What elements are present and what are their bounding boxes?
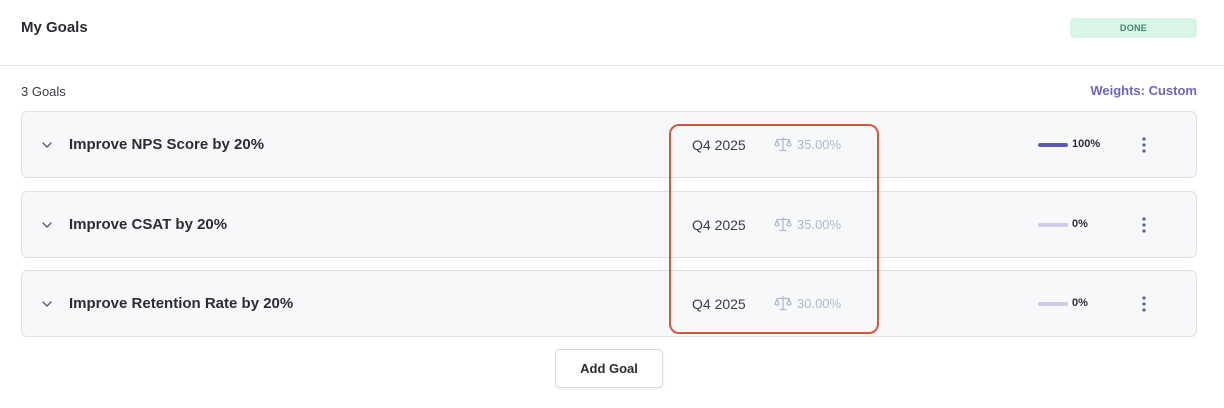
page-header: My Goals DONE (0, 0, 1224, 66)
scale-icon (774, 136, 792, 152)
goal-title[interactable]: Improve CSAT by 20% (69, 216, 227, 233)
add-goal-button[interactable]: Add Goal (555, 349, 663, 388)
scale-icon (774, 216, 792, 232)
goal-quarter: Q4 2025 (692, 296, 746, 312)
goal-quarter: Q4 2025 (692, 137, 746, 153)
more-options-button[interactable] (1132, 213, 1156, 237)
status-badge: DONE (1070, 18, 1197, 38)
goal-row[interactable]: Improve CSAT by 20% Q4 2025 35.00% 0% (21, 191, 1197, 258)
goal-weight: 35.00% (797, 217, 842, 232)
progress-fill (1038, 143, 1068, 147)
more-vertical-icon[interactable] (1142, 217, 1146, 233)
goal-row[interactable]: Improve Retention Rate by 20% Q4 2025 30… (21, 270, 1197, 337)
goal-title[interactable]: Improve Retention Rate by 20% (69, 295, 293, 312)
page-title: My Goals (21, 19, 88, 36)
progress-bar (1038, 143, 1068, 147)
goal-title[interactable]: Improve NPS Score by 20% (69, 136, 264, 153)
progress-label: 0% (1072, 218, 1088, 230)
weights-link[interactable]: Weights: Custom (1090, 83, 1197, 98)
more-options-button[interactable] (1132, 292, 1156, 316)
progress-bar (1038, 302, 1068, 306)
progress-label: 100% (1072, 138, 1101, 150)
more-options-button[interactable] (1132, 133, 1156, 157)
more-vertical-icon[interactable] (1142, 296, 1146, 312)
goal-weight: 30.00% (797, 296, 842, 311)
chevron-down-icon[interactable] (41, 219, 53, 231)
goal-row[interactable]: Improve NPS Score by 20% Q4 2025 35.00% … (21, 111, 1197, 178)
goal-count: 3 Goals (21, 84, 66, 99)
scale-icon (774, 295, 792, 311)
progress-bar (1038, 223, 1068, 227)
goal-weight: 35.00% (797, 137, 842, 152)
goal-quarter: Q4 2025 (692, 217, 746, 233)
progress-label: 0% (1072, 297, 1088, 309)
more-vertical-icon[interactable] (1142, 137, 1146, 153)
chevron-down-icon[interactable] (41, 298, 53, 310)
chevron-down-icon[interactable] (41, 139, 53, 151)
